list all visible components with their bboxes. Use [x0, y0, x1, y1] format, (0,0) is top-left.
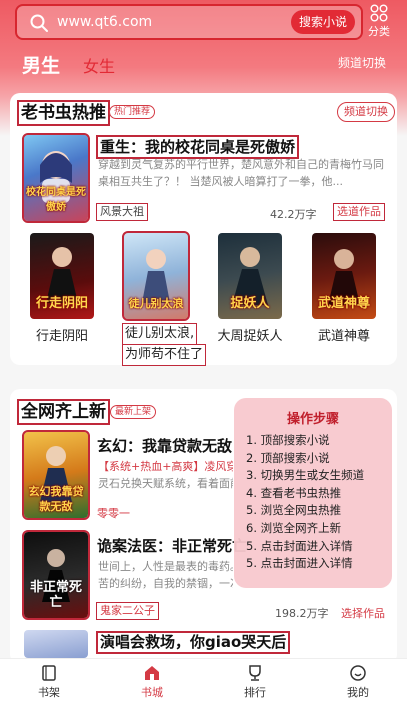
grid-book-cover-3[interactable]: 捉妖人: [218, 233, 282, 319]
step-item: 1. 顶部搜索小说: [246, 433, 330, 447]
step-item: 5. 点击封面进入详情: [246, 538, 353, 553]
cover-text: 玄幻我靠贷款无敌: [28, 485, 84, 513]
new-book-author-1: 零零一: [97, 507, 130, 520]
search-bar[interactable]: www.qt6.com 搜索小说: [15, 4, 363, 40]
grid-book-title-2-line1[interactable]: 徒儿别太浪,: [122, 323, 198, 345]
nav-ranking[interactable]: 排行: [225, 664, 285, 700]
store-icon: [145, 666, 159, 680]
new-book-wordcount-2: 198.2万字: [275, 607, 329, 620]
section-title-hot: 老书虫热推: [17, 100, 110, 126]
bookshelf-icon: [42, 665, 56, 681]
step-item: 6. 浏览全网齐上新: [246, 520, 342, 535]
featured-book-wordcount: 42.2万字: [270, 208, 317, 221]
trophy-icon: [249, 665, 261, 681]
new-book-desc-2b: 苦的纠纷，自我的禁锢，一次次: [98, 577, 233, 590]
category-grid-icon: [370, 4, 388, 22]
grid-book-title-3[interactable]: 大周捉妖人: [207, 325, 293, 344]
new-arrivals-tag: 最新上架: [110, 405, 157, 419]
channel-switch-top[interactable]: 频道切换: [338, 54, 386, 71]
nav-bookshelf-label: 书架: [38, 686, 60, 699]
tab-male[interactable]: 男生: [22, 51, 60, 78]
step-item: 5. 点击封面进入详情: [246, 556, 353, 571]
search-icon: [30, 14, 48, 32]
nav-mine[interactable]: 我的: [328, 664, 388, 700]
nav-bookstore[interactable]: 书城: [122, 664, 182, 700]
nav-bookshelf[interactable]: 书架: [19, 664, 79, 700]
search-button[interactable]: 搜索小说: [290, 10, 355, 34]
new-book-cover-3[interactable]: [24, 630, 88, 658]
profile-icon: [350, 665, 366, 681]
cover-text: 武道神尊: [317, 296, 370, 311]
hot-recommend-tag: 热门推荐: [109, 105, 156, 119]
cover-text: 校花同桌是死傲娇: [26, 187, 86, 213]
new-book-desc-1b: 灵石兑换天赋系统，看着面前的: [98, 477, 233, 490]
featured-book-desc: 穿越到灵气复苏的平行世界，楚风意外和自己的青梅竹马同桌相互共生了？！ 当楚风被人…: [98, 158, 384, 188]
featured-book-author: 风景大祖: [96, 203, 148, 221]
grid-book-cover-4[interactable]: 武道神尊: [312, 233, 376, 319]
search-input[interactable]: www.qt6.com: [57, 14, 152, 30]
new-book-pick-2[interactable]: 选择作品: [341, 605, 385, 621]
nav-bookstore-label: 书城: [141, 686, 163, 699]
cover-text: 捉妖人: [230, 296, 270, 311]
grid-book-title-2-line2[interactable]: 为师苟不住了: [122, 344, 207, 366]
steps-title: 操作步骤: [286, 412, 339, 427]
new-book-cover-2[interactable]: 非正常死亡: [22, 530, 90, 620]
grid-book-title-1[interactable]: 行走阴阳: [19, 325, 105, 344]
new-book-author-2: 鬼家二公子: [96, 602, 159, 620]
new-book-title-2[interactable]: 诡案法医：非正常死亡: [97, 535, 247, 556]
grid-book-cover-2[interactable]: 徒儿别太浪: [122, 231, 190, 321]
step-item: 4. 查看老书虫热推: [246, 485, 342, 500]
step-item: 3. 切换男生或女生频道: [246, 468, 365, 483]
grid-book-cover-1[interactable]: 行走阴阳: [30, 233, 94, 319]
category-button[interactable]: 分类: [367, 4, 391, 39]
category-label: 分类: [368, 25, 390, 38]
step-item: 2. 顶部搜索小说: [246, 450, 330, 465]
new-book-title-1[interactable]: 玄幻：我靠贷款无敌: [97, 435, 232, 456]
steps-list: 1. 顶部搜索小说 2. 顶部搜索小说 3. 切换男生或女生频道 4. 查看老书…: [246, 432, 364, 573]
operation-steps-panel: 操作步骤 1. 顶部搜索小说 2. 顶部搜索小说 3. 切换男生或女生频道 4.…: [234, 398, 392, 588]
step-item: 5. 浏览全网虫热推: [246, 503, 342, 518]
new-book-cover-1[interactable]: 玄幻我靠贷款无敌: [22, 430, 90, 520]
cover-text: 徒儿别太浪: [128, 297, 184, 310]
new-book-desc-1a: 【系统+热血+高爽】凌风穿越到: [98, 460, 233, 473]
nav-ranking-label: 排行: [244, 686, 266, 699]
section-title-new: 全网齐上新: [17, 399, 110, 425]
cover-text: 非正常死亡: [29, 580, 82, 610]
cover-text: 行走阴阳: [35, 296, 88, 311]
featured-book-pick[interactable]: 选道作品: [333, 203, 385, 221]
new-book-title-3[interactable]: 演唱会救场，你giao哭天后: [96, 631, 291, 654]
bottom-nav: 书架 书城 排行 我的: [0, 658, 407, 705]
grid-book-title-4[interactable]: 武道神尊: [301, 325, 387, 344]
channel-switch-button[interactable]: 频道切换: [337, 102, 395, 122]
new-book-desc-2a: 世间上，人性是最表的毒药。: [98, 560, 233, 573]
featured-book-cover[interactable]: 校花同桌是死傲娇: [22, 133, 90, 223]
tab-female[interactable]: 女生: [83, 53, 115, 77]
nav-mine-label: 我的: [347, 686, 369, 699]
